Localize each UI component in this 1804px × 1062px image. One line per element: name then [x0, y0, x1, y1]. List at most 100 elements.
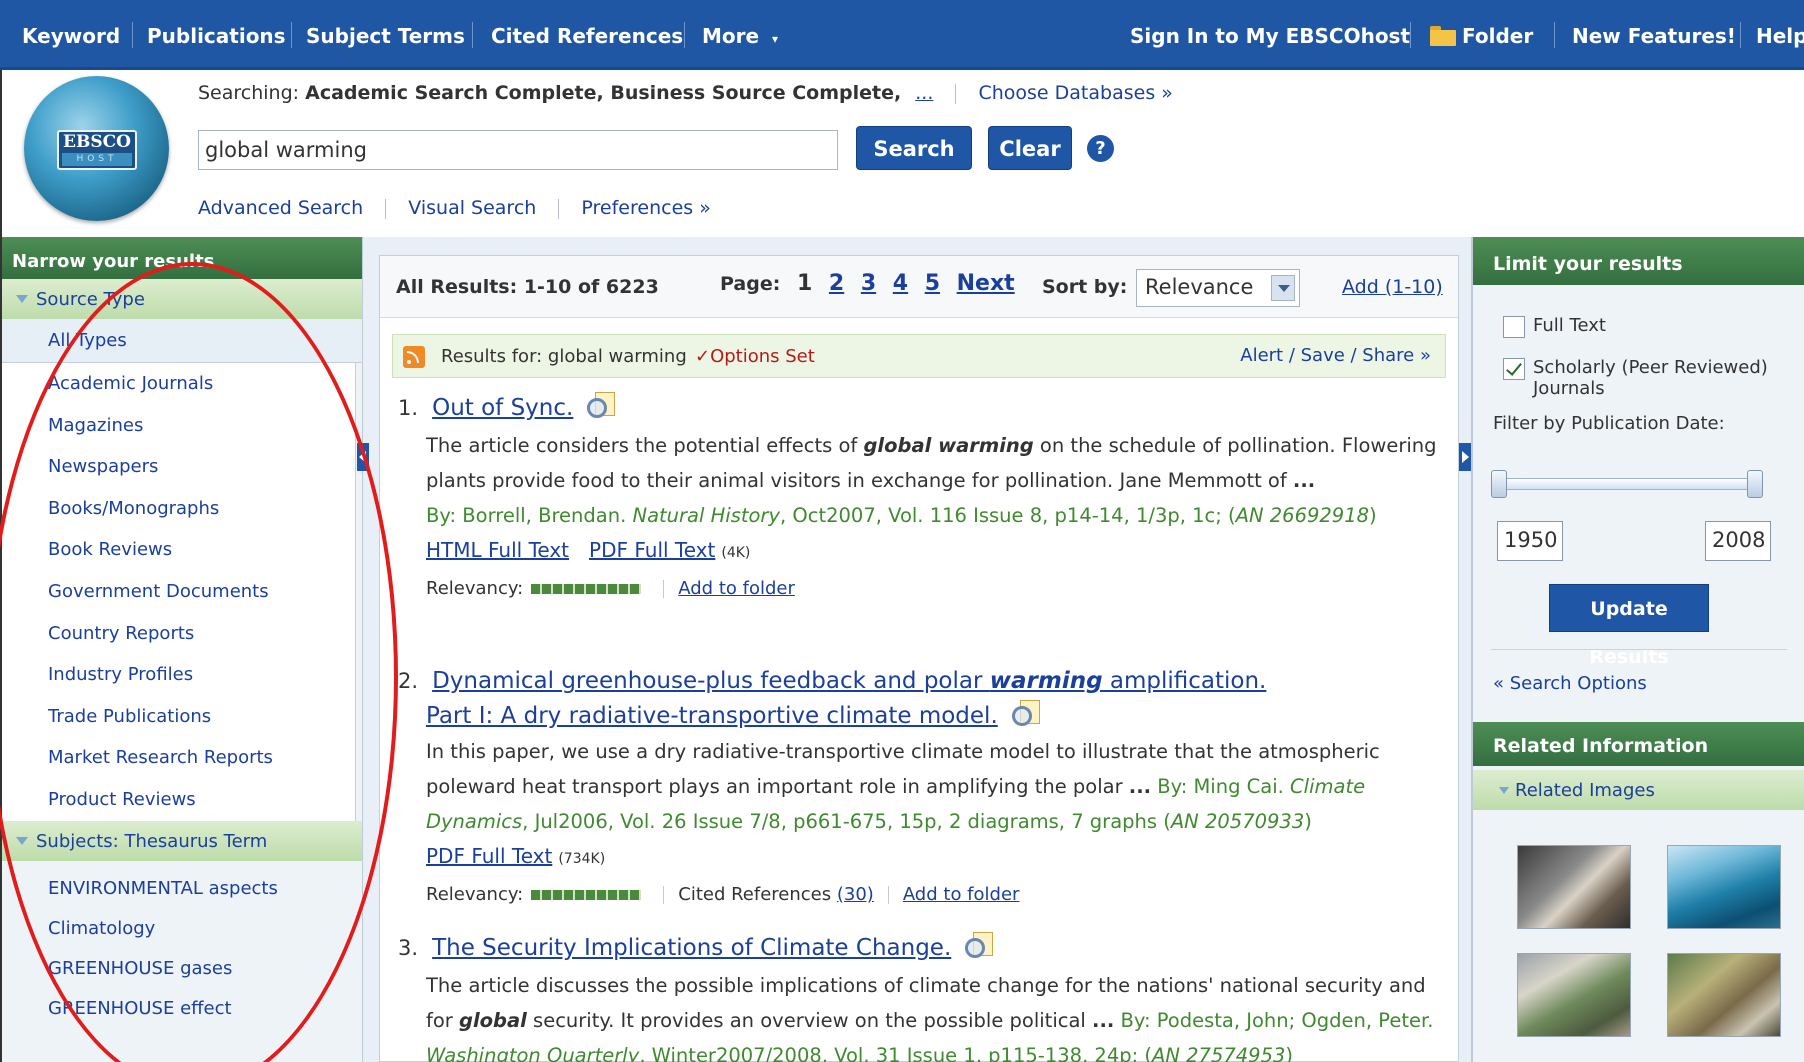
nav-sign-in[interactable]: Sign In to My EBSCOhost: [1130, 0, 1410, 70]
facet-book-reviews[interactable]: Book Reviews: [2, 529, 355, 571]
facet-subject[interactable]: ENVIRONMENTAL aspects: [2, 868, 362, 909]
alert-save-share-link[interactable]: Alert / Save / Share »: [1240, 345, 1431, 366]
sort-select[interactable]: Relevance: [1136, 269, 1300, 307]
results-header: All Results: 1-10 of 6223 Page: 1 2 3 4 …: [380, 256, 1458, 318]
rss-icon[interactable]: [403, 346, 425, 368]
add-results-link[interactable]: Add (1-10): [1342, 276, 1443, 298]
choose-databases-link[interactable]: Choose Databases »: [978, 82, 1172, 104]
source-journal: Natural History: [632, 504, 780, 527]
update-results-button[interactable]: Update Results: [1549, 584, 1709, 668]
cited-references-count-link[interactable]: (30): [837, 884, 874, 905]
help-icon[interactable]: ?: [1087, 135, 1114, 162]
facet-government-documents[interactable]: Government Documents: [2, 571, 355, 613]
facet-magazines[interactable]: Magazines: [2, 405, 355, 447]
add-to-folder-link[interactable]: Add to folder: [903, 884, 1020, 905]
preview-magnifier-icon[interactable]: [585, 392, 619, 418]
record-title[interactable]: Out of Sync.: [432, 395, 573, 421]
slider-handle-end[interactable]: [1747, 470, 1763, 498]
source-authors: By: Borrell, Brendan.: [426, 504, 633, 527]
accession-number: AN 27574953: [1152, 1044, 1286, 1062]
facet-subject[interactable]: Climatology: [2, 908, 362, 949]
record-title[interactable]: The Security Implications of Climate Cha…: [432, 935, 951, 961]
facet-trade-publications[interactable]: Trade Publications: [2, 696, 355, 738]
nav-folder[interactable]: Folder: [1430, 0, 1533, 70]
abstract-ellipsis: ...: [1092, 1009, 1115, 1032]
facet-academic-journals[interactable]: Academic Journals: [2, 363, 355, 405]
results-list: All Results: 1-10 of 6223 Page: 1 2 3 4 …: [379, 255, 1459, 1062]
page-link[interactable]: 2: [829, 271, 844, 296]
pdf-full-text-link[interactable]: PDF Full Text: [426, 844, 552, 868]
source-close: ): [1369, 504, 1377, 527]
nav-subject-terms[interactable]: Subject Terms: [306, 0, 465, 70]
source-type-list: Academic Journals Magazines Newspapers B…: [2, 363, 356, 821]
visual-search-link[interactable]: Visual Search: [408, 197, 536, 219]
nav-help[interactable]: Help: [1756, 0, 1804, 70]
record-abstract: In this paper, we use a dry radiative-tr…: [398, 734, 1438, 839]
advanced-search-link[interactable]: Advanced Search: [198, 197, 363, 219]
facet-industry-profiles[interactable]: Industry Profiles: [2, 654, 355, 696]
more-databases-link[interactable]: ...: [915, 82, 933, 104]
preview-magnifier-icon[interactable]: [963, 932, 997, 958]
source-type-facet-header[interactable]: Source Type: [2, 279, 362, 319]
related-image-thumbnail[interactable]: [1667, 845, 1781, 929]
related-image-thumbnail[interactable]: [1667, 953, 1781, 1037]
page-link[interactable]: 5: [925, 271, 940, 296]
filter-date-label: Filter by Publication Date:: [1493, 413, 1725, 434]
related-images-header[interactable]: Related Images: [1473, 770, 1804, 810]
nav-separator: [472, 22, 473, 48]
full-text-checkbox[interactable]: [1503, 316, 1525, 338]
year-to-input[interactable]: 2008: [1705, 521, 1771, 561]
page-link[interactable]: 3: [861, 271, 876, 296]
scholarly-checkbox[interactable]: [1503, 358, 1525, 380]
add-to-folder-link[interactable]: Add to folder: [678, 578, 795, 599]
collapse-right-panel-icon[interactable]: [1459, 443, 1471, 471]
cited-references-label: Cited References: [678, 884, 832, 905]
facet-subject[interactable]: GREENHOUSE gases: [2, 948, 362, 989]
subjects-facet-header[interactable]: Subjects: Thesaurus Term: [2, 820, 362, 861]
preview-magnifier-icon[interactable]: [1010, 700, 1044, 726]
facet-books-monographs[interactable]: Books/Monographs: [2, 488, 355, 530]
clear-button[interactable]: Clear: [988, 126, 1072, 170]
source-type-label: Source Type: [36, 289, 145, 310]
database-list: Academic Search Complete, Business Sourc…: [305, 82, 902, 104]
year-from-input[interactable]: 1950: [1497, 521, 1563, 561]
relevancy-label: Relevancy:: [426, 578, 524, 599]
nav-cited-references[interactable]: Cited References: [491, 0, 683, 70]
publication-date-slider[interactable]: [1491, 467, 1763, 499]
record-abstract: The article discusses the possible impli…: [398, 968, 1438, 1062]
nav-more[interactable]: More ▾: [702, 0, 778, 70]
related-image-thumbnail[interactable]: [1517, 953, 1631, 1037]
nav-keyword[interactable]: Keyword: [22, 0, 120, 70]
limit-results-panel: Limit your results Full Text Scholarly (…: [1472, 237, 1804, 1062]
slider-track: [1501, 478, 1753, 490]
pdf-full-text-link[interactable]: PDF Full Text: [589, 538, 715, 562]
html-full-text-link[interactable]: HTML Full Text: [426, 538, 569, 562]
record-abstract: The article considers the potential effe…: [398, 428, 1438, 533]
facet-subject[interactable]: GREENHOUSE effect: [2, 988, 362, 1029]
facet-market-research-reports[interactable]: Market Research Reports: [2, 737, 355, 779]
facet-product-reviews[interactable]: Product Reviews: [2, 779, 355, 821]
nav-publications[interactable]: Publications: [147, 0, 286, 70]
folder-icon: [1430, 26, 1456, 46]
options-set-link[interactable]: ✓Options Set: [695, 346, 815, 367]
collapse-left-panel-icon[interactable]: [357, 443, 369, 471]
nav-new-features[interactable]: New Features!: [1572, 0, 1736, 70]
search-options-link[interactable]: « Search Options: [1493, 673, 1647, 694]
nav-separator: [1410, 22, 1411, 48]
ebscohost-logo[interactable]: EBSCO HOST: [24, 76, 169, 221]
sort-label: Sort by:: [1042, 276, 1128, 298]
preferences-link[interactable]: Preferences »: [581, 197, 710, 219]
source-journal: Washington Quarterly: [426, 1044, 640, 1062]
record-title[interactable]: Dynamical greenhouse-plus feedback and p…: [426, 668, 1266, 729]
search-input[interactable]: [198, 130, 838, 170]
result-record: 2. Dynamical greenhouse-plus feedback an…: [398, 664, 1438, 913]
slider-handle-start[interactable]: [1491, 470, 1507, 498]
triangle-down-icon: [1499, 787, 1509, 794]
next-page-link[interactable]: Next: [957, 271, 1015, 296]
facet-country-reports[interactable]: Country Reports: [2, 613, 355, 655]
facet-all-types[interactable]: All Types: [2, 319, 362, 363]
facet-newspapers[interactable]: Newspapers: [2, 446, 355, 488]
page-link[interactable]: 4: [893, 271, 908, 296]
related-image-thumbnail[interactable]: [1517, 845, 1631, 929]
search-button[interactable]: Search: [856, 126, 972, 170]
